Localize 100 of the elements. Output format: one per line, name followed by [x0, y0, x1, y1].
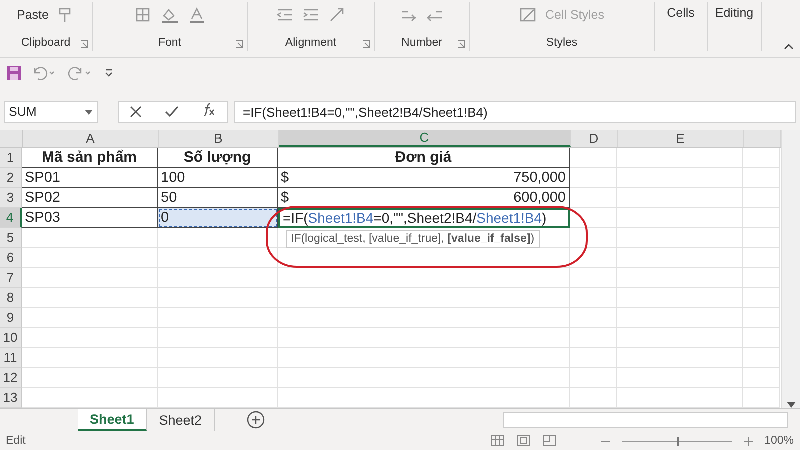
- grid-cell[interactable]: [278, 348, 570, 368]
- grid-cell[interactable]: [570, 248, 617, 268]
- sheet-tab[interactable]: Sheet2: [147, 409, 216, 431]
- ribbon-button[interactable]: Editing: [715, 6, 754, 20]
- column-header[interactable]: C: [279, 130, 571, 147]
- grid-cell[interactable]: [617, 188, 743, 208]
- grid-cell[interactable]: [278, 248, 570, 268]
- row-header[interactable]: 10: [0, 328, 22, 348]
- enter-icon[interactable]: [164, 106, 179, 118]
- dialog-launcher-icon[interactable]: [457, 40, 466, 49]
- dialog-launcher-icon[interactable]: [235, 40, 244, 49]
- grid-cell[interactable]: [617, 248, 743, 268]
- grid-cell[interactable]: [743, 348, 780, 368]
- grid-cell[interactable]: [743, 208, 780, 228]
- grid-cell[interactable]: [617, 228, 743, 248]
- grid-cell[interactable]: [22, 328, 158, 348]
- grid-cell[interactable]: [617, 288, 743, 308]
- add-sheet-icon[interactable]: [247, 411, 266, 429]
- save-icon[interactable]: [6, 65, 22, 81]
- grid-cell[interactable]: [617, 268, 743, 288]
- grid-cell[interactable]: [570, 228, 617, 248]
- grid-cell[interactable]: [570, 288, 617, 308]
- horizontal-scrollbar[interactable]: [503, 412, 788, 428]
- row-header[interactable]: 6: [0, 248, 22, 268]
- grid-cell[interactable]: [22, 308, 158, 328]
- grid-cell[interactable]: [617, 328, 743, 348]
- grid-cell[interactable]: [743, 328, 780, 348]
- grid-cell[interactable]: [617, 208, 743, 228]
- column-header[interactable]: D: [571, 130, 618, 147]
- dialog-launcher-icon[interactable]: [362, 40, 371, 49]
- row-header[interactable]: 12: [0, 368, 22, 388]
- grid-cell[interactable]: [743, 308, 780, 328]
- cancel-icon[interactable]: [130, 106, 142, 118]
- grid-cell[interactable]: [743, 368, 780, 388]
- grid-cell[interactable]: [570, 148, 617, 168]
- grid-cell[interactable]: [570, 188, 617, 208]
- grid-cell[interactable]: [570, 168, 617, 188]
- grid-cell[interactable]: [278, 328, 570, 348]
- grid-cell[interactable]: [22, 248, 158, 268]
- grid-cell[interactable]: [617, 388, 743, 408]
- grid-cell[interactable]: [278, 368, 570, 388]
- grid-cell[interactable]: [743, 268, 780, 288]
- cell-styles-icon[interactable]: [519, 6, 538, 24]
- row-header[interactable]: 8: [0, 288, 22, 308]
- grid-cell[interactable]: [22, 368, 158, 388]
- scroll-down-icon[interactable]: [786, 402, 796, 408]
- paste-button[interactable]: Paste: [17, 8, 49, 22]
- grid-cell[interactable]: [743, 248, 780, 268]
- borders-icon[interactable]: [134, 6, 152, 24]
- grid-cell[interactable]: [22, 268, 158, 288]
- row-header[interactable]: 5: [0, 228, 22, 248]
- grid-cell[interactable]: [570, 328, 617, 348]
- grid-cell[interactable]: [158, 248, 278, 268]
- row-header[interactable]: 7: [0, 268, 22, 288]
- grid-cell[interactable]: [158, 348, 278, 368]
- grid-cell[interactable]: [278, 288, 570, 308]
- grid-cell[interactable]: [617, 348, 743, 368]
- column-header[interactable]: E: [618, 130, 744, 147]
- row-header[interactable]: 9: [0, 308, 22, 328]
- grid-cell[interactable]: [22, 288, 158, 308]
- grid-cell[interactable]: [570, 208, 617, 228]
- collapse-ribbon-icon[interactable]: [784, 44, 794, 50]
- grid-cell[interactable]: [743, 388, 780, 408]
- grid-cell[interactable]: [158, 288, 278, 308]
- name-box[interactable]: SUM: [4, 101, 98, 123]
- grid-cell[interactable]: [743, 228, 780, 248]
- row-header[interactable]: 2: [0, 168, 22, 188]
- grid-cell[interactable]: [158, 268, 278, 288]
- customize-toolbar-icon[interactable]: [104, 68, 114, 78]
- grid-cell[interactable]: [617, 308, 743, 328]
- row-header[interactable]: 3: [0, 188, 22, 208]
- grid-cell[interactable]: [743, 148, 780, 168]
- sheet-tab[interactable]: Sheet1: [78, 409, 148, 431]
- grid-cell[interactable]: [570, 368, 617, 388]
- ribbon-button[interactable]: Cells: [667, 6, 695, 20]
- grid-cell[interactable]: [22, 228, 158, 248]
- grid-cell[interactable]: [158, 328, 278, 348]
- zoom-level[interactable]: 100%: [764, 435, 794, 447]
- formula-field[interactable]: =IF(Sheet1!B4=0,"",Sheet2!B4/Sheet1!B4): [234, 101, 796, 123]
- grid-cell[interactable]: [617, 148, 743, 168]
- grid-cell[interactable]: [278, 308, 570, 328]
- grid-cell[interactable]: [22, 388, 158, 408]
- grid-cell[interactable]: [617, 368, 743, 388]
- grid-cell[interactable]: [743, 168, 780, 188]
- page-break-icon[interactable]: [542, 435, 557, 447]
- column-header[interactable]: A: [23, 130, 159, 147]
- grid-cell[interactable]: [617, 168, 743, 188]
- grid-cell[interactable]: [743, 188, 780, 208]
- zoom-in-icon[interactable]: [744, 436, 753, 446]
- grid-cell[interactable]: [158, 368, 278, 388]
- grid-cell[interactable]: [570, 348, 617, 368]
- grid-cell[interactable]: [158, 388, 278, 408]
- grid-cell[interactable]: [22, 348, 158, 368]
- dialog-launcher-icon[interactable]: [80, 40, 89, 49]
- orientation-icon[interactable]: [328, 6, 346, 24]
- grid-cell[interactable]: [570, 308, 617, 328]
- grid-cell[interactable]: [278, 388, 570, 408]
- grid-cell[interactable]: [570, 388, 617, 408]
- font-color-icon[interactable]: [188, 6, 206, 24]
- grid-cell[interactable]: [743, 288, 780, 308]
